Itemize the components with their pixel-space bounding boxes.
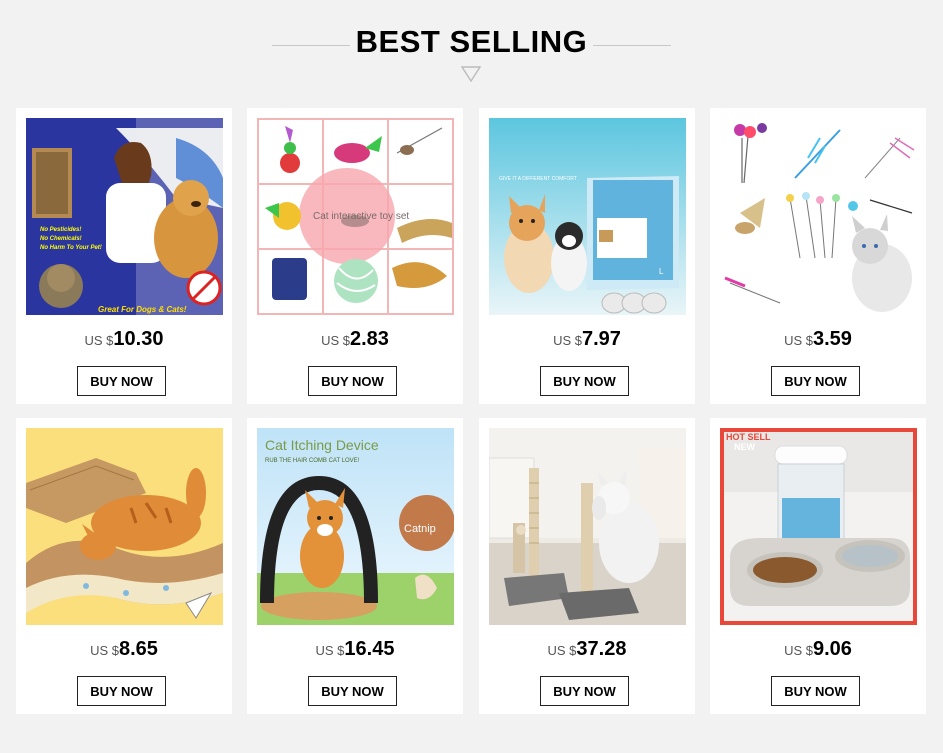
product-price: US $8.65	[16, 638, 232, 661]
product-card[interactable]: US $8.65 BUY NOW	[16, 418, 232, 714]
svg-text:Catnip: Catnip	[404, 523, 436, 535]
product-image[interactable]: GIVE IT A DIFFERENT COMFORT L	[489, 118, 686, 315]
price-value: 37.28	[576, 638, 627, 660]
currency-label: US $	[547, 643, 577, 658]
svg-text:No Chemicals!: No Chemicals!	[40, 236, 82, 242]
price-value: 7.97	[581, 328, 621, 350]
price-value: 2.83	[349, 328, 389, 350]
price-value: 16.45	[344, 638, 395, 660]
currency-label: US $	[90, 643, 119, 658]
product-price: US $9.06	[710, 638, 926, 661]
header-divider-right	[593, 45, 671, 46]
product-card[interactable]: US $3.59 BUY NOW	[710, 108, 926, 404]
product-price: US $10.30	[16, 328, 232, 351]
cat-itching-arch-icon: Cat Itching Device RUB THE HAIR COMB CAT…	[257, 428, 454, 625]
currency-label: US $	[784, 333, 813, 348]
product-image[interactable]	[26, 428, 223, 625]
currency-label: US $	[84, 333, 114, 348]
product-card[interactable]: Cat Itching Device RUB THE HAIR COMB CAT…	[247, 418, 463, 714]
product-price: US $37.28	[479, 638, 695, 661]
product-card[interactable]: HOT SELL NEW US $9.06 BUY NOW	[710, 418, 926, 714]
currency-label: US $	[784, 643, 813, 658]
product-price: US $7.97	[479, 328, 695, 351]
cat-scratching-post-icon	[489, 428, 686, 625]
svg-text:NEW: NEW	[734, 442, 756, 452]
svg-text:RUB THE HAIR COMB CAT LOVE!: RUB THE HAIR COMB CAT LOVE!	[265, 458, 360, 464]
price-value: 3.59	[812, 328, 852, 350]
section-title: BEST SELLING	[355, 24, 588, 59]
pet-water-feeder-icon: HOT SELL NEW	[720, 428, 917, 625]
product-card[interactable]: GIVE IT A DIFFERENT COMFORT L US $7.97 B…	[479, 108, 695, 404]
product-price: US $2.83	[247, 328, 463, 351]
price-value: 10.30	[113, 328, 164, 350]
chevron-down-icon	[461, 66, 481, 82]
cardboard-scratcher-icon	[26, 428, 223, 625]
product-image[interactable]: Cat Itching Device RUB THE HAIR COMB CAT…	[257, 428, 454, 625]
buy-now-button[interactable]: BUY NOW	[771, 676, 860, 706]
svg-text:Cat interactive toy set: Cat interactive toy set	[313, 211, 409, 222]
product-image[interactable]	[489, 428, 686, 625]
product-price: US $16.45	[247, 638, 463, 661]
buy-now-button[interactable]: BUY NOW	[308, 366, 397, 396]
feather-wand-toys-icon	[720, 118, 917, 315]
pet-pee-pads-icon: GIVE IT A DIFFERENT COMFORT L	[489, 118, 686, 315]
currency-label: US $	[315, 643, 345, 658]
product-card[interactable]: US $37.28 BUY NOW	[479, 418, 695, 714]
svg-text:No Harm To Your Pet!: No Harm To Your Pet!	[40, 245, 102, 251]
buy-now-button[interactable]: BUY NOW	[77, 366, 166, 396]
svg-text:GIVE IT A DIFFERENT COMFORT: GIVE IT A DIFFERENT COMFORT	[499, 176, 577, 182]
buy-now-button[interactable]: BUY NOW	[771, 366, 860, 396]
buy-now-button[interactable]: BUY NOW	[540, 366, 629, 396]
product-price: US $3.59	[710, 328, 926, 351]
product-image[interactable]: HOT SELL NEW	[720, 428, 917, 625]
product-image[interactable]: Cat interactive toy set	[257, 118, 454, 315]
product-image[interactable]	[720, 118, 917, 315]
cat-toy-set-icon: Cat interactive toy set	[257, 118, 454, 315]
buy-now-button[interactable]: BUY NOW	[540, 676, 629, 706]
product-image[interactable]: No Pesticides! No Chemicals! No Harm To …	[26, 118, 223, 315]
svg-text:No Pesticides!: No Pesticides!	[40, 227, 81, 233]
product-card[interactable]: Cat interactive toy set US $2.83 BUY NOW	[247, 108, 463, 404]
price-value: 9.06	[812, 638, 852, 660]
currency-label: US $	[321, 333, 350, 348]
svg-text:L: L	[659, 267, 664, 276]
buy-now-button[interactable]: BUY NOW	[308, 676, 397, 706]
svg-text:Great For Dogs & Cats!: Great For Dogs & Cats!	[98, 305, 187, 314]
svg-text:HOT SELL: HOT SELL	[726, 432, 771, 442]
currency-label: US $	[553, 333, 582, 348]
header-divider-left	[272, 45, 350, 46]
section-header: BEST SELLING	[0, 0, 943, 100]
price-value: 8.65	[118, 638, 158, 660]
svg-text:Cat Itching Device: Cat Itching Device	[265, 437, 379, 453]
buy-now-button[interactable]: BUY NOW	[77, 676, 166, 706]
product-card[interactable]: No Pesticides! No Chemicals! No Harm To …	[16, 108, 232, 404]
dog-grooming-brush-icon: No Pesticides! No Chemicals! No Harm To …	[26, 118, 223, 315]
